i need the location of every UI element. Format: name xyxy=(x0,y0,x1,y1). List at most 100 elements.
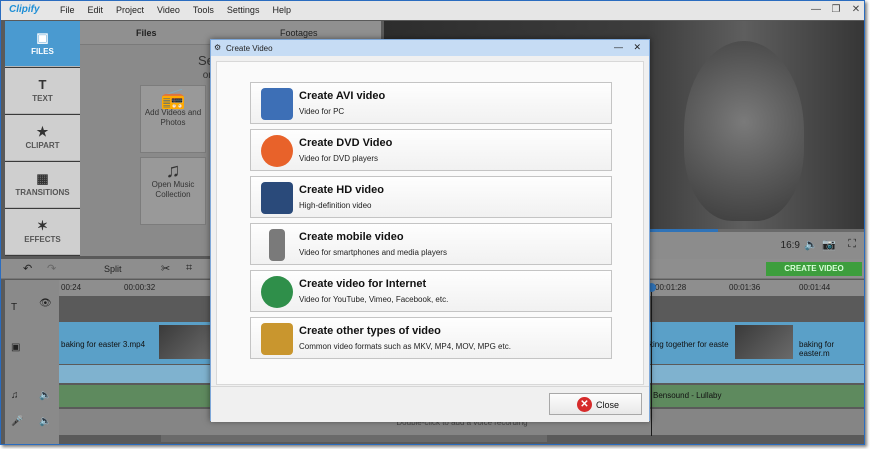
sidebar-item-files[interactable]: ▣ FILES xyxy=(5,21,80,67)
tile-label: Add Videos and Photos xyxy=(144,108,202,127)
globe-icon xyxy=(261,276,293,308)
dvd-icon xyxy=(261,135,293,167)
sidebar-item-label: TEXT xyxy=(32,94,53,103)
option-desc: Common video formats such as MKV, MP4, M… xyxy=(299,342,511,351)
create-hd-option[interactable]: Create HD video High-definition video xyxy=(250,176,612,218)
option-title: Create video for Internet xyxy=(299,278,427,290)
clip-label: baking for easter 3.mp4 xyxy=(61,340,146,349)
tile-label: Open Music Collection xyxy=(151,180,195,199)
speaker-icon[interactable]: 🔈 xyxy=(39,416,51,427)
ruler-label: 00:00:32 xyxy=(124,283,156,292)
scissors-icon[interactable]: ✂ xyxy=(161,262,170,275)
playhead[interactable] xyxy=(651,286,652,436)
dialog-close-icon[interactable]: ✕ xyxy=(633,42,641,53)
create-video-button[interactable]: CREATE VIDEO xyxy=(766,262,862,276)
crop-icon[interactable]: ⌗ xyxy=(186,262,192,275)
sidebar-item-text[interactable]: T TEXT xyxy=(5,68,80,114)
close-icon: ✕ xyxy=(577,397,592,412)
dialog-minimize-button[interactable]: — xyxy=(614,42,623,52)
eye-icon[interactable]: 👁 xyxy=(39,298,52,309)
sidebar-item-label: EFFECTS xyxy=(24,235,61,244)
sidebar-item-label: CLIPART xyxy=(25,141,60,150)
close-window-button[interactable]: ✕ xyxy=(849,3,863,17)
mobile-icon xyxy=(269,229,285,261)
create-video-dialog: ⚙ Create Video — ✕ Create AVI video Vide… xyxy=(210,39,650,422)
fullscreen-icon[interactable]: ⛶ xyxy=(848,238,856,251)
volume-icon[interactable]: 🔈 xyxy=(804,238,818,251)
open-music-tile[interactable]: ♫ Open Music Collection xyxy=(140,157,206,225)
option-title: Create DVD Video xyxy=(299,137,393,149)
menu-bar: File Edit Project Video Tools Settings H… xyxy=(60,5,304,15)
avi-icon xyxy=(261,88,293,120)
audio-clip-label: Bensound - Lullaby xyxy=(653,391,722,400)
text-icon: T xyxy=(38,77,47,92)
option-title: Create HD video xyxy=(299,184,384,196)
music-note-icon: ♫ xyxy=(165,160,181,182)
timeline-track-headers: T 👁 ▣ ♫ 🔈 🎤 🔈 xyxy=(5,280,59,444)
maximize-button[interactable]: ❐ xyxy=(829,3,843,17)
microphone-icon: 🎤 xyxy=(11,416,24,427)
gear-icon: ⚙ xyxy=(214,43,222,52)
option-title: Create mobile video xyxy=(299,231,404,243)
snapshot-icon[interactable]: 📷 xyxy=(822,238,836,251)
tab-files[interactable]: Files xyxy=(136,28,157,38)
option-desc: High-definition video xyxy=(299,201,372,210)
sidebar-item-label: FILES xyxy=(31,47,54,56)
undo-icon[interactable]: ↶ xyxy=(23,262,32,275)
menu-video[interactable]: Video xyxy=(157,5,180,15)
clip-label: baking for easter.m xyxy=(799,340,835,358)
redo-icon[interactable]: ↷ xyxy=(47,262,56,275)
ruler-label: 00:01:28 xyxy=(655,283,687,292)
close-button-label: Close xyxy=(596,400,620,410)
menu-edit[interactable]: Edit xyxy=(88,5,104,15)
left-sidebar: ▣ FILES T TEXT ★ CLIPART ▦ TRANSITIONS ✶… xyxy=(5,21,80,256)
create-avi-option[interactable]: Create AVI video Video for PC xyxy=(250,82,612,124)
clip-thumbnail[interactable] xyxy=(735,325,793,359)
preview-frame xyxy=(684,41,804,221)
menu-settings[interactable]: Settings xyxy=(227,5,260,15)
menu-help[interactable]: Help xyxy=(272,5,291,15)
ruler-label: 00:01:44 xyxy=(799,283,831,292)
magic-wand-icon: ✶ xyxy=(37,218,48,233)
sidebar-item-label: TRANSITIONS xyxy=(15,188,70,197)
create-internet-option[interactable]: Create video for Internet Video for YouT… xyxy=(250,270,612,312)
clip-thumbnail[interactable] xyxy=(159,325,211,359)
star-icon: ★ xyxy=(36,124,49,139)
text-track-icon: T xyxy=(11,302,18,313)
option-desc: Video for smartphones and media players xyxy=(299,248,447,257)
create-dvd-option[interactable]: Create DVD Video Video for DVD players xyxy=(250,129,612,171)
radio-icon: 📻 xyxy=(160,88,186,110)
close-button[interactable]: ✕ Close xyxy=(549,393,642,415)
option-desc: Video for PC xyxy=(299,107,345,116)
create-other-option[interactable]: Create other types of video Common video… xyxy=(250,317,612,359)
add-videos-tile[interactable]: 📻 Add Videos and Photos xyxy=(140,85,206,153)
split-button[interactable]: Split xyxy=(104,264,122,274)
menu-file[interactable]: File xyxy=(60,5,75,15)
files-icon: ▣ xyxy=(36,30,49,45)
dialog-footer: ✕ Close xyxy=(211,386,649,422)
transitions-icon: ▦ xyxy=(36,171,49,186)
option-title: Create other types of video xyxy=(299,325,441,337)
sidebar-item-clipart[interactable]: ★ CLIPART xyxy=(5,115,80,161)
menu-tools[interactable]: Tools xyxy=(193,5,214,15)
app-logo: Clipify xyxy=(9,4,40,15)
hd-monitor-icon xyxy=(261,182,293,214)
minimize-button[interactable]: — xyxy=(809,3,823,17)
ruler-label: 00:24 xyxy=(61,283,82,292)
menu-project[interactable]: Project xyxy=(116,5,144,15)
option-desc: Video for YouTube, Vimeo, Facebook, etc. xyxy=(299,295,449,304)
speaker-icon[interactable]: 🔈 xyxy=(39,390,51,401)
tab-footages[interactable]: Footages xyxy=(280,28,318,38)
dialog-title: Create Video xyxy=(226,44,273,53)
dialog-body: Create AVI video Video for PC Create DVD… xyxy=(216,61,644,385)
sidebar-item-effects[interactable]: ✶ EFFECTS xyxy=(5,209,80,255)
clip-label: king together for easte xyxy=(649,340,729,349)
option-desc: Video for DVD players xyxy=(299,154,378,163)
video-track-icon: ▣ xyxy=(11,342,21,353)
ruler-label: 00:01:36 xyxy=(729,283,761,292)
aspect-ratio[interactable]: 16:9 xyxy=(781,240,800,251)
timeline-scrollbar[interactable] xyxy=(161,435,547,442)
dialog-title-bar: ⚙ Create Video — ✕ xyxy=(211,40,649,56)
sidebar-item-transitions[interactable]: ▦ TRANSITIONS xyxy=(5,162,80,208)
create-mobile-option[interactable]: Create mobile video Video for smartphone… xyxy=(250,223,612,265)
